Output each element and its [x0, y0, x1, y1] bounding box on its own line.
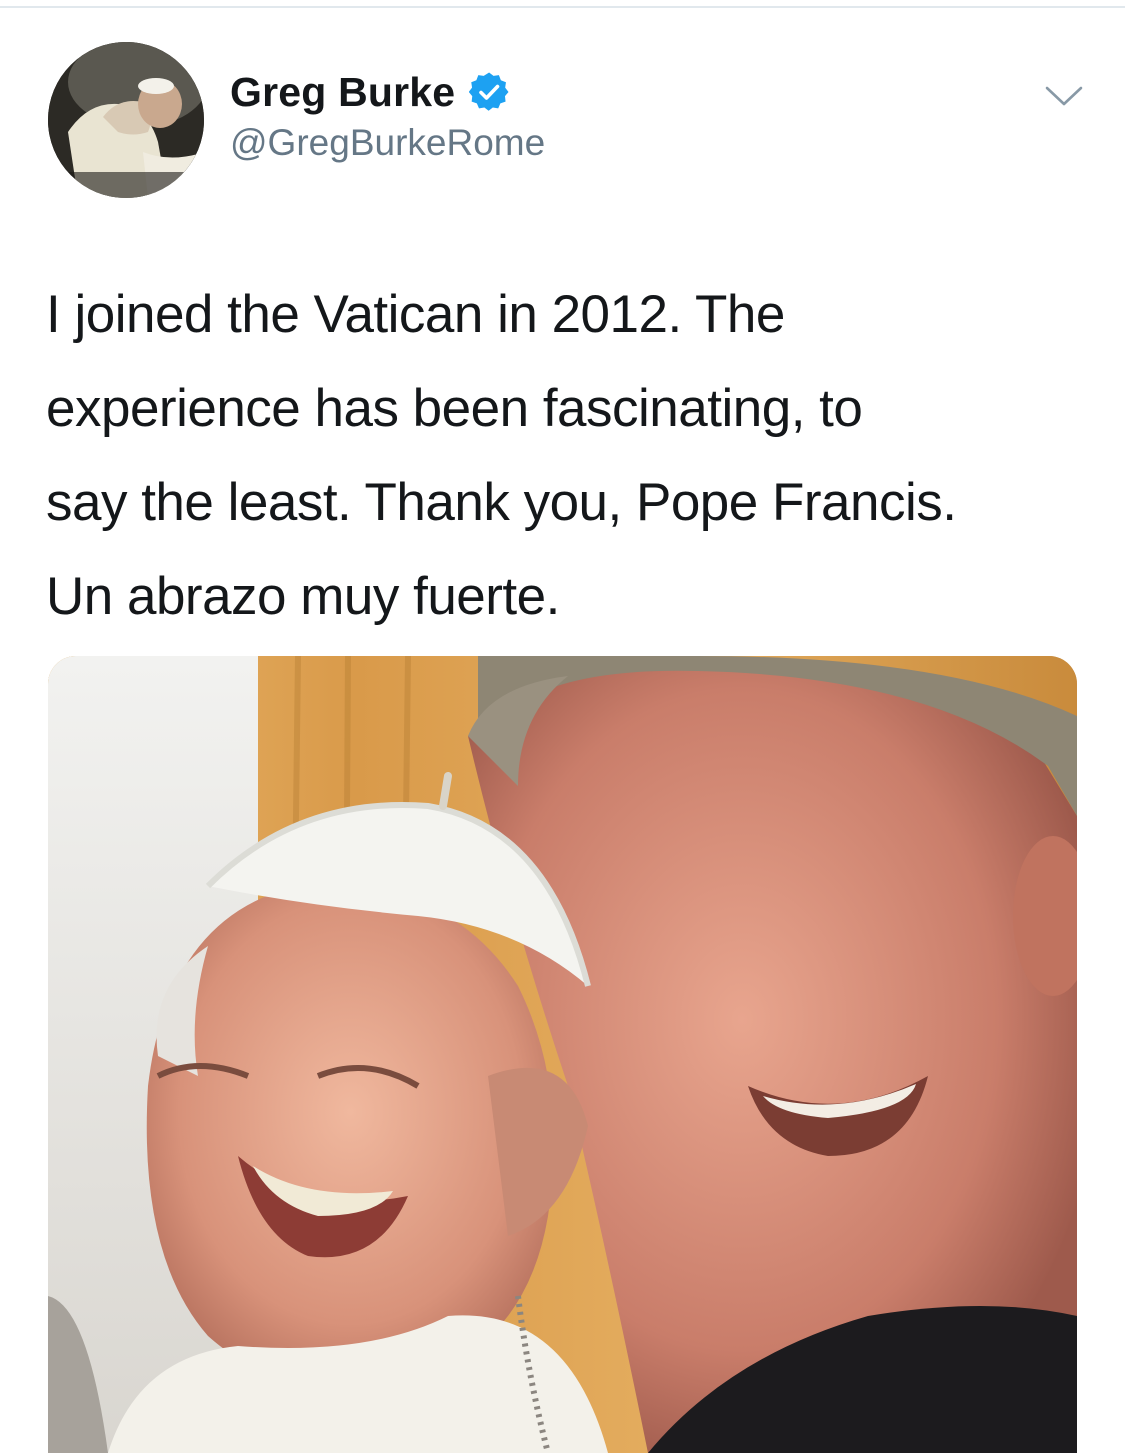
- author-avatar[interactable]: [48, 42, 204, 198]
- tweet-text-line: I joined the Vatican in 2012. The: [46, 285, 785, 344]
- tweet-text-line: Un abrazo muy fuerte.: [46, 567, 560, 626]
- tweet-media-photo[interactable]: [48, 656, 1077, 1453]
- photo-image: [48, 656, 1077, 1453]
- author-handle[interactable]: @GregBurkeRome: [230, 122, 545, 164]
- avatar-image: [48, 42, 204, 198]
- verified-badge-icon: [469, 72, 509, 112]
- tweet-text-line: experience has been fascinating, to: [46, 379, 863, 438]
- tweet-text-line: say the least. Thank you, Pope Francis.: [46, 473, 957, 532]
- author-display-name[interactable]: Greg Burke: [230, 69, 455, 116]
- tweet-text: I joined the Vatican in 2012. The experi…: [46, 268, 1096, 644]
- chevron-down-icon[interactable]: [1044, 84, 1084, 108]
- author-name-row: Greg Burke: [230, 66, 509, 118]
- top-divider: [0, 6, 1125, 8]
